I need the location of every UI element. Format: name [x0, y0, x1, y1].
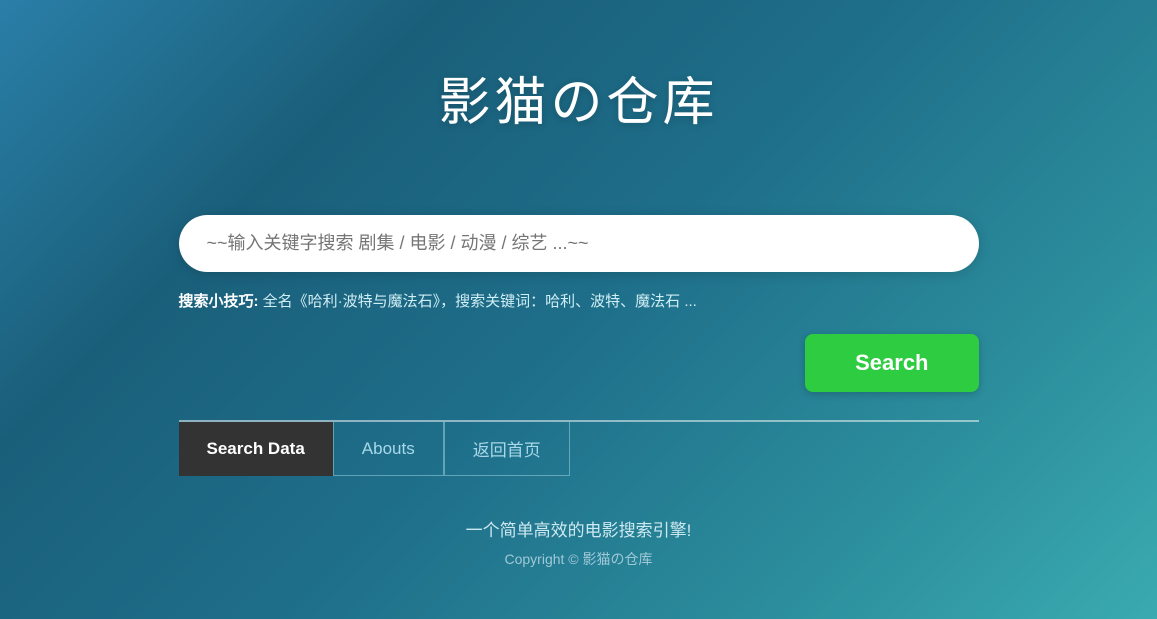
footer-tagline: 一个简单高效的电影搜索引擎!	[179, 516, 979, 541]
search-button[interactable]: Search	[805, 334, 978, 392]
search-input[interactable]	[187, 219, 971, 268]
search-input-wrapper	[179, 215, 979, 272]
search-container: 搜索小技巧: 全名《哈利·波特与魔法石》，搜索关键词：哈利、波特、魔法石 ...…	[179, 215, 979, 476]
search-tip: 搜索小技巧: 全名《哈利·波特与魔法石》，搜索关键词：哈利、波特、魔法石 ...	[179, 290, 697, 314]
tab-home[interactable]: 返回首页	[444, 422, 570, 476]
search-tip-text: 全名《哈利·波特与魔法石》，搜索关键词：哈利、波特、魔法石 ...	[263, 293, 697, 310]
search-tip-label: 搜索小技巧:	[179, 293, 259, 310]
tab-search-data[interactable]: Search Data	[179, 422, 333, 476]
tab-abouts[interactable]: Abouts	[333, 422, 444, 476]
footer-section: 一个简单高效的电影搜索引擎! Copyright © 影猫の仓库	[179, 516, 979, 569]
page-title: 影猫の仓库	[438, 60, 718, 135]
footer-copyright: Copyright © 影猫の仓库	[179, 549, 979, 569]
tabs-divider-wrapper: Search Data Abouts 返回首页	[179, 420, 979, 476]
tabs-row: Search Data Abouts 返回首页	[179, 422, 979, 476]
search-button-row: Search	[179, 334, 979, 392]
